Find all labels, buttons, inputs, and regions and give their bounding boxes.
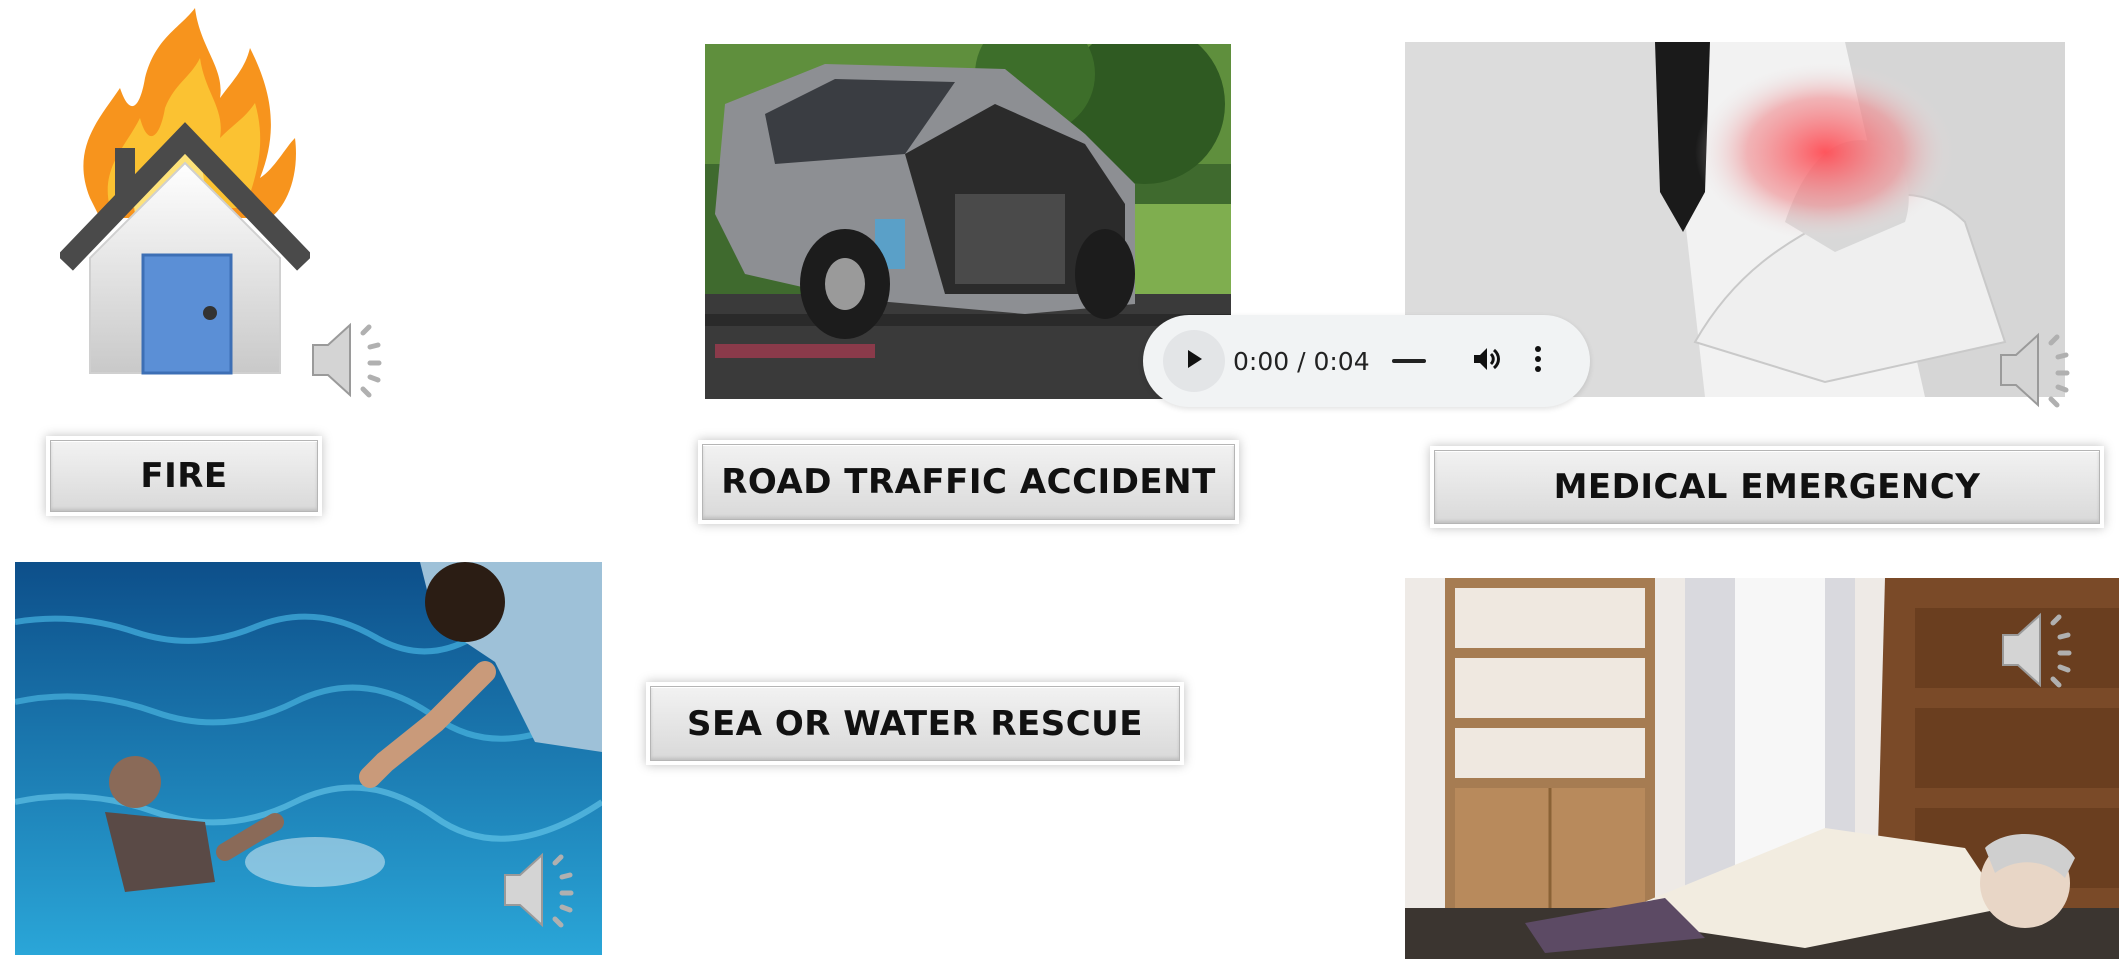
burning-house-icon [57, 8, 313, 378]
audio-player[interactable]: 0:00 / 0:04 [1143, 315, 1590, 407]
volume-button[interactable] [1466, 341, 1506, 381]
more-vert-icon [1534, 345, 1542, 377]
label-road-traffic-accident[interactable]: ROAD TRAFFIC ACCIDENT [702, 444, 1235, 520]
label-fire[interactable]: FIRE [50, 440, 318, 512]
audio-time: 0:00 / 0:04 [1233, 346, 1370, 376]
speaker-icon[interactable] [500, 845, 590, 935]
audio-progress-bar[interactable] [1391, 359, 1426, 363]
volume-icon [1470, 343, 1502, 379]
play-icon [1182, 347, 1206, 375]
speaker-icon[interactable] [308, 315, 398, 405]
speaker-icon[interactable] [1998, 605, 2088, 695]
more-options-button[interactable] [1528, 341, 1548, 381]
speaker-icon[interactable] [1996, 325, 2086, 415]
label-sea-or-water-rescue[interactable]: SEA OR WATER RESCUE [650, 686, 1180, 761]
label-medical-emergency[interactable]: MEDICAL EMERGENCY [1434, 450, 2100, 524]
play-button[interactable] [1163, 330, 1225, 392]
